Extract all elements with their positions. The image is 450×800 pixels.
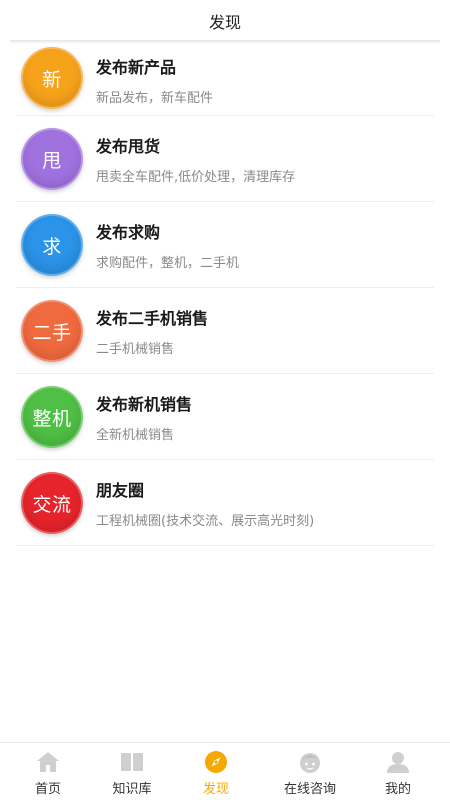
tab-label: 首页 <box>34 782 61 797</box>
tab-label: 知识库 <box>112 782 152 797</box>
tab-home[interactable]: 首页 <box>22 743 74 800</box>
tab-discover[interactable]: 发现 <box>194 743 238 800</box>
book-icon <box>119 749 145 775</box>
item-subtitle: 全新机械销售 <box>96 428 175 443</box>
list-item-moments[interactable]: 交流 朋友圈 工程机械圈(技术交流、展示高光时刻) <box>0 460 450 546</box>
tab-label: 我的 <box>384 782 411 797</box>
discover-list: 新 发布新产品 新品发布，新车配件 甩 发布甩货 甩卖全车配件,低价处理，清理库… <box>0 44 450 546</box>
compass-icon <box>203 749 229 775</box>
item-text: 发布二手机销售 二手机械销售 <box>96 288 208 374</box>
item-text: 发布求购 求购配件，整机，二手机 <box>96 202 239 288</box>
tab-me[interactable]: 我的 <box>376 743 420 800</box>
list-item-new-machine[interactable]: 整机 发布新机销售 全新机械销售 <box>0 374 450 460</box>
tab-label: 在线咨询 <box>283 782 336 797</box>
badge-label: 整机 <box>32 407 72 430</box>
item-subtitle: 工程机械圈(技术交流、展示高光时刻) <box>96 514 315 529</box>
clearance-badge: 甩 <box>21 128 83 190</box>
item-text: 发布新产品 新品发布，新车配件 <box>96 44 213 116</box>
tab-label: 发现 <box>202 782 229 797</box>
item-text: 朋友圈 工程机械圈(技术交流、展示高光时刻) <box>96 460 314 546</box>
list-item-purchase-request[interactable]: 求 发布求购 求购配件，整机，二手机 <box>0 202 450 288</box>
purchase-request-badge: 求 <box>21 214 83 276</box>
badge-label: 交流 <box>32 493 72 516</box>
badge-label: 求 <box>42 235 62 258</box>
bottom-tab-bar: 首页 知识库 发现 在线咨询 我的 <box>0 742 450 800</box>
item-subtitle: 新品发布，新车配件 <box>96 91 214 106</box>
new-machine-badge: 整机 <box>21 386 83 448</box>
home-icon <box>35 749 61 775</box>
tab-knowledge-base[interactable]: 知识库 <box>102 743 162 800</box>
item-title: 发布求购 <box>96 223 161 242</box>
badge-label: 甩 <box>42 149 62 172</box>
list-item-used-machine[interactable]: 二手 发布二手机销售 二手机械销售 <box>0 288 450 374</box>
item-subtitle: 二手机械销售 <box>96 342 175 357</box>
used-machine-badge: 二手 <box>21 300 83 362</box>
item-title: 发布新机销售 <box>96 395 193 414</box>
tab-online-consult[interactable]: 在线咨询 <box>272 743 348 800</box>
item-text: 发布甩货 甩卖全车配件,低价处理，清理库存 <box>96 116 295 202</box>
moments-badge: 交流 <box>21 472 83 534</box>
list-item-new-product[interactable]: 新 发布新产品 新品发布，新车配件 <box>0 44 450 116</box>
app-screen: 发现 新 发布新产品 新品发布，新车配件 甩 发布甩货 甩卖全车配件,低价处理，… <box>0 0 450 800</box>
item-title: 朋友圈 <box>96 481 145 500</box>
consultant-icon <box>297 749 323 775</box>
top-bar: 发现 <box>0 0 450 42</box>
list-item-clearance[interactable]: 甩 发布甩货 甩卖全车配件,低价处理，清理库存 <box>0 116 450 202</box>
page-title: 发现 <box>208 13 241 32</box>
item-title: 发布新产品 <box>96 58 177 77</box>
user-icon <box>385 749 411 775</box>
item-subtitle: 求购配件，整机，二手机 <box>96 256 240 271</box>
item-text: 发布新机销售 全新机械销售 <box>96 374 192 460</box>
item-subtitle: 甩卖全车配件,低价处理，清理库存 <box>96 170 296 185</box>
item-title: 发布二手机销售 <box>96 309 209 328</box>
badge-label: 二手 <box>32 321 72 344</box>
item-title: 发布甩货 <box>96 137 161 156</box>
badge-label: 新 <box>42 68 62 91</box>
new-product-badge: 新 <box>21 47 83 109</box>
